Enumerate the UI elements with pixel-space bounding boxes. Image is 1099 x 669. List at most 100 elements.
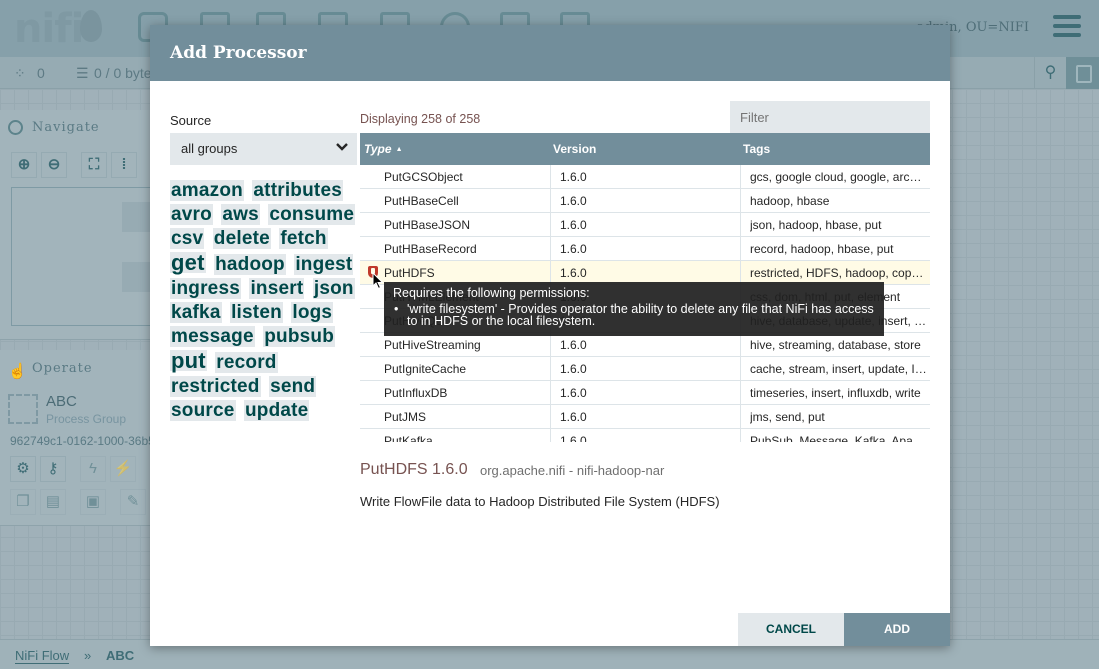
cell-type: PutHBaseJSON (384, 218, 471, 232)
table-row[interactable]: PutHBaseRecord 1.6.0 record, hadoop, hbase… (360, 237, 930, 261)
tag-message[interactable]: message (170, 326, 255, 347)
zoom-in-icon[interactable]: ⊕ (11, 152, 37, 178)
copy-icon[interactable]: ❐ (10, 489, 36, 515)
queued-icon: ☰ (76, 65, 89, 81)
table-row[interactable]: PutInfluxDB 1.6.0 timeseries, insert, infl… (360, 381, 930, 405)
table-row[interactable]: PutGCSObject 1.6.0 gcs, google cloud, goog… (360, 165, 930, 189)
cancel-button[interactable]: CANCEL (738, 613, 844, 646)
tag-amazon[interactable]: amazon (170, 180, 244, 201)
configure-gear-icon[interactable]: ⚙ (10, 456, 36, 482)
filter-input[interactable] (730, 101, 930, 133)
tag-ingest[interactable]: ingest (294, 254, 354, 275)
tag-fetch[interactable]: fetch (279, 228, 328, 249)
paste-icon[interactable]: ▤ (40, 489, 66, 515)
restricted-permissions-tooltip: Requires the following permissions: 'wri… (384, 282, 884, 336)
process-group-icon (8, 394, 38, 424)
navigate-title: Navigate (32, 120, 100, 135)
tag-insert[interactable]: insert (249, 278, 305, 299)
displaying-count: Displaying 258 of 258 (360, 112, 481, 126)
cell-tags: hive, streaming, database, store (750, 338, 921, 352)
cell-tags: timeseries, insert, influxdb, write (750, 386, 921, 400)
cell-tags: restricted, HDFS, hadoop, copy, archive (750, 266, 928, 280)
hand-pointer-icon: ☝ (8, 363, 27, 380)
tag-put[interactable]: put (170, 350, 207, 372)
selected-component-id: 962749c1-0162-1000-36b5 (10, 434, 155, 448)
search-icon[interactable]: ⚲ (1034, 57, 1066, 89)
tag-aws[interactable]: aws (221, 204, 260, 225)
cell-version: 1.6.0 (560, 170, 587, 184)
tag-cloud: amazon attributes avro aws consume csv d… (170, 180, 360, 424)
tag-listen[interactable]: listen (230, 302, 283, 323)
table-row[interactable]: PutKafka 1.6.0 PubSub, Message, Kafka, Apa… (360, 429, 930, 442)
tag-get[interactable]: get (170, 252, 206, 274)
breadcrumb-item-root[interactable]: NiFi Flow (15, 648, 70, 664)
cell-version: 1.6.0 (560, 338, 587, 352)
cell-version: 1.6.0 (560, 242, 587, 256)
queued-count: 0 / 0 bytes (94, 65, 159, 81)
dialog-header: Add Processor (150, 25, 950, 81)
dialog-title: Add Processor (170, 43, 307, 63)
disable-lightning-icon[interactable]: ⚡ (110, 456, 136, 482)
table-row[interactable]: PutHBaseJSON 1.6.0 json, hadoop, hbase, pu… (360, 213, 930, 237)
tag-attributes[interactable]: attributes (252, 180, 343, 201)
source-group-select[interactable]: all groups (170, 133, 357, 165)
tag-csv[interactable]: csv (170, 228, 205, 249)
tooltip-permission-item: 'write filesystem' - Provides operator t… (393, 303, 875, 328)
selected-processor-bundle: org.apache.nifi - nifi-hadoop-nar (480, 463, 665, 478)
cell-tags: hadoop, hbase (750, 194, 830, 208)
tag-ingress[interactable]: ingress (170, 278, 241, 299)
cell-version: 1.6.0 (560, 266, 587, 280)
global-menu-icon[interactable] (1053, 15, 1081, 39)
actual-size-icon[interactable]: ⁞ (111, 152, 137, 178)
cell-type: PutGCSObject (384, 170, 463, 184)
breadcrumb-separator: » (84, 648, 92, 663)
tag-source[interactable]: source (170, 400, 236, 421)
table-row[interactable]: PutHiveStreaming 1.6.0 hive, streaming, da… (360, 333, 930, 357)
cell-type: PutHiveStreaming (384, 338, 481, 352)
selected-processor-description: Write FlowFile data to Hadoop Distribute… (360, 494, 720, 509)
group-icon[interactable]: ▣ (80, 489, 106, 515)
breadcrumb-item-current[interactable]: ABC (106, 648, 134, 663)
cell-type: PutHDFS (384, 266, 435, 280)
sort-ascending-icon: ▲ (395, 146, 403, 153)
enable-lightning-icon[interactable]: ϟ (80, 456, 106, 482)
cell-tags: json, hadoop, hbase, put (750, 218, 882, 232)
zoom-out-icon[interactable]: ⊖ (41, 152, 67, 178)
column-header-version[interactable]: Version (553, 142, 596, 156)
cell-tags: PubSub, Message, Kafka, Apache (750, 434, 928, 442)
nifi-drop-icon (80, 10, 102, 42)
source-selected-value: all groups (181, 141, 238, 156)
tag-update[interactable]: update (243, 400, 310, 421)
table-row[interactable]: PutHBaseCell 1.6.0 hadoop, hbase (360, 189, 930, 213)
selected-component-name: ABC (46, 393, 77, 410)
tag-record[interactable]: record (215, 352, 278, 373)
fit-screen-icon[interactable]: ⛶ (81, 152, 107, 178)
access-policies-key-icon[interactable]: ⚷ (40, 456, 66, 482)
cell-version: 1.6.0 (560, 362, 587, 376)
tag-consume[interactable]: consume (268, 204, 356, 225)
tag-send[interactable]: send (269, 376, 317, 397)
chevron-down-icon (336, 143, 348, 151)
tag-logs[interactable]: logs (291, 302, 334, 323)
tag-json[interactable]: json (312, 278, 355, 299)
source-label: Source (170, 113, 212, 128)
tag-restricted[interactable]: restricted (170, 376, 261, 397)
table-row[interactable]: PutIgniteCache 1.6.0 cache, stream, insert… (360, 357, 930, 381)
table-row[interactable]: PutJMS 1.6.0 jms, send, put (360, 405, 930, 429)
bulletin-board-icon[interactable] (1066, 57, 1099, 89)
color-brush-icon[interactable]: ✎ (120, 489, 146, 515)
birdseye-view[interactable] (11, 187, 162, 326)
tag-delete[interactable]: delete (212, 228, 271, 249)
active-threads-count: 0 (37, 65, 45, 81)
column-header-tags[interactable]: Tags (743, 142, 770, 156)
tag-pubsub[interactable]: pubsub (263, 326, 335, 347)
add-button[interactable]: ADD (844, 613, 950, 646)
cell-version: 1.6.0 (560, 218, 587, 232)
tag-kafka[interactable]: kafka (170, 302, 222, 323)
column-header-type[interactable]: Type ▲ (364, 142, 403, 156)
compass-icon (8, 120, 23, 135)
tag-avro[interactable]: avro (170, 204, 213, 225)
tag-hadoop[interactable]: hadoop (214, 254, 286, 275)
cell-tags: jms, send, put (750, 410, 825, 424)
cell-tags: gcs, google cloud, google, archive, put (750, 170, 928, 184)
